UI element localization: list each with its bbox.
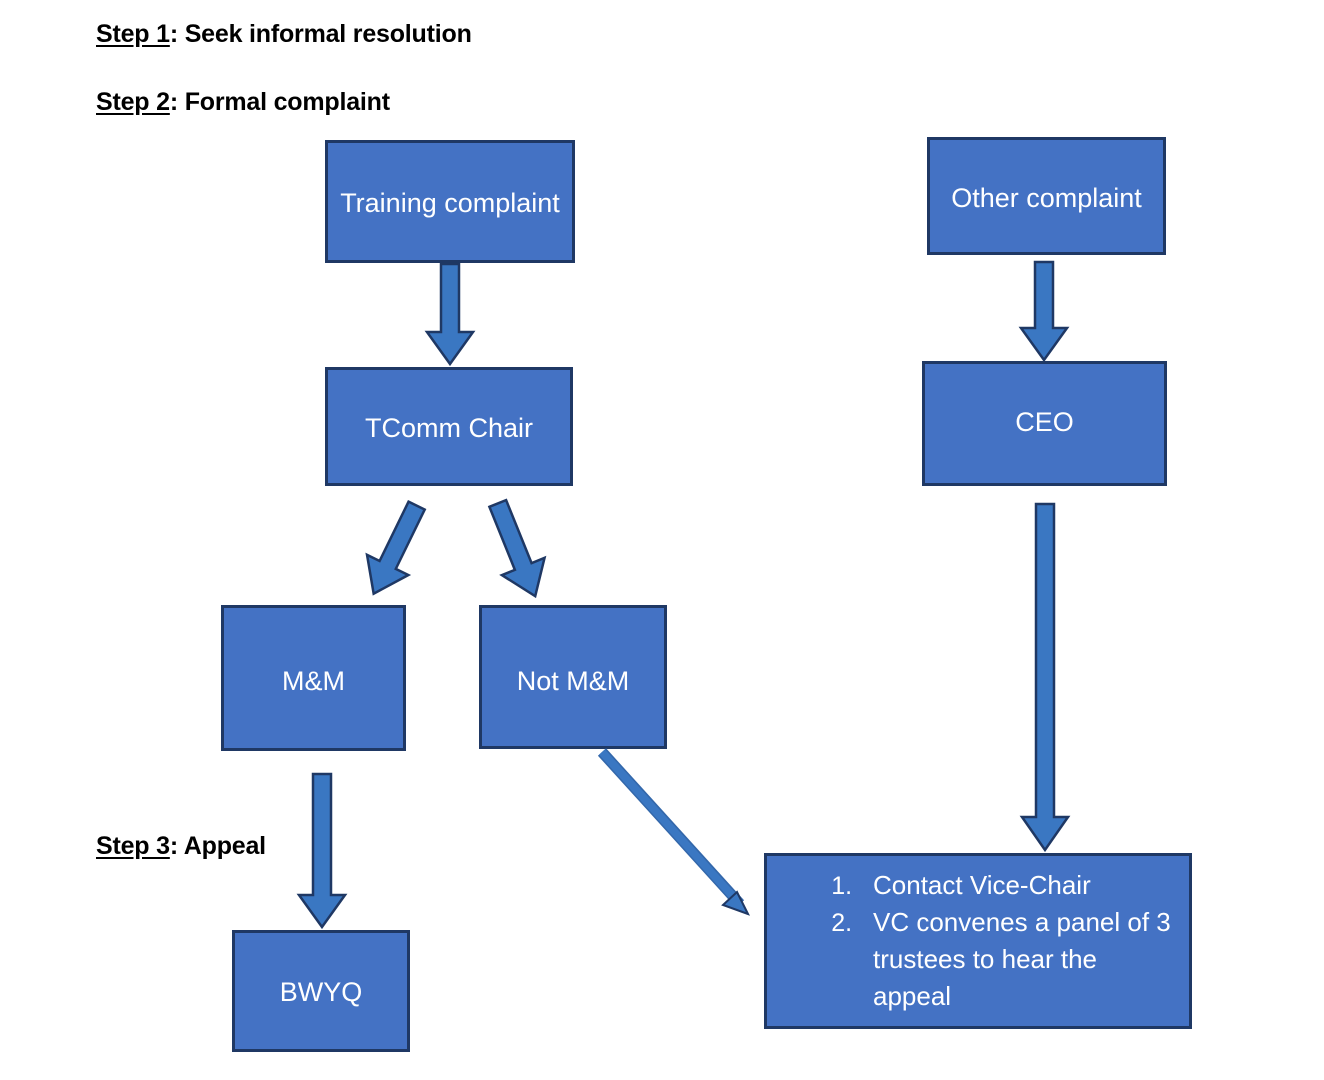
heading-step-2-text: Formal complaint [184,88,390,116]
arrow-not-mm-to-appeal [590,742,765,927]
node-appeal[interactable]: Contact Vice-Chair VC convenes a panel o… [764,853,1192,1029]
arrow-tcomm-chair-to-mm [352,499,432,610]
arrow-mm-to-bwyq [296,772,348,930]
node-other-complaint[interactable]: Other complaint [927,137,1166,255]
node-not-mm[interactable]: Not M&M [479,605,667,749]
appeal-step-item: VC convenes a panel of 3 trustees to hea… [859,904,1177,1015]
node-training-complaint[interactable]: Training complaint [325,140,575,263]
appeal-step-item: Contact Vice-Chair [859,867,1177,904]
heading-step-1-label: Step 1 [96,20,170,48]
heading-step-3-separator: : [169,832,184,860]
heading-step-2-separator: : [169,88,185,116]
heading-step-3-label: Step 3 [96,832,170,860]
node-bwyq-label: BWYQ [279,977,363,1007]
arrow-other-to-ceo [1018,260,1070,363]
node-ceo-label: CEO [1015,407,1074,437]
node-training-complaint-label: Training complaint [340,188,560,218]
node-bwyq[interactable]: BWYQ [232,930,410,1052]
arrow-ceo-to-appeal [1019,502,1071,853]
flowchart-canvas: Step 1: Seek informal resolution Step 2:… [0,0,1324,1080]
arrow-training-to-tcomm-chair [424,262,476,367]
heading-step-2: Step 2: Formal complaint [96,88,390,117]
node-mm[interactable]: M&M [221,605,406,751]
heading-step-3: Step 3: Appeal [96,832,266,861]
node-tcomm-chair[interactable]: TComm Chair [325,367,573,486]
node-mm-label: M&M [282,666,345,696]
node-not-mm-label: Not M&M [516,666,630,696]
heading-step-1-text: Seek informal resolution [184,20,472,48]
appeal-steps-list: Contact Vice-Chair VC convenes a panel o… [825,867,1177,1015]
node-ceo[interactable]: CEO [922,361,1167,486]
heading-step-1-separator: : [169,20,185,48]
heading-step-2-label: Step 2 [96,88,170,116]
node-other-complaint-label: Other complaint [951,183,1142,213]
heading-step-1: Step 1: Seek informal resolution [96,20,472,49]
node-tcomm-chair-label: TComm Chair [364,413,533,443]
arrow-tcomm-chair-to-not-mm [472,498,562,610]
heading-step-3-text: Appeal [183,832,266,860]
